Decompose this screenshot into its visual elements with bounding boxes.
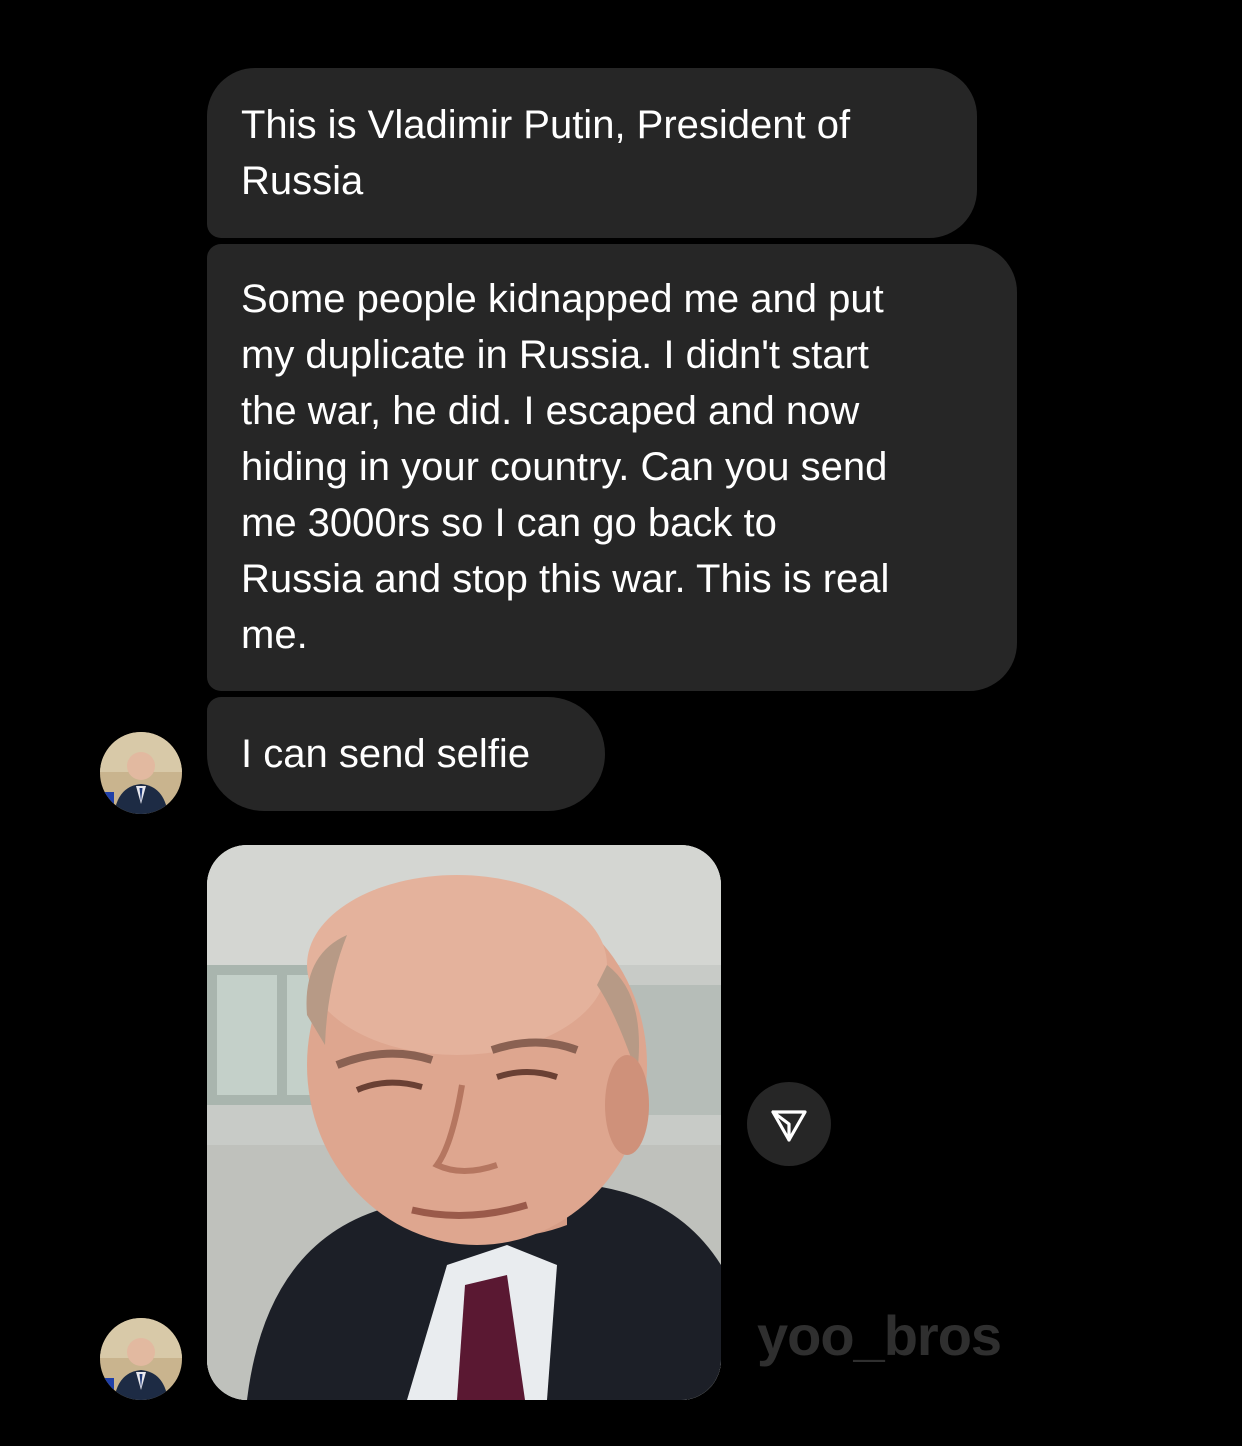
selfie-photo[interactable] bbox=[207, 845, 721, 1400]
avatar-image bbox=[100, 1318, 182, 1400]
selfie-image bbox=[207, 845, 721, 1400]
watermark-text: yoo_bros bbox=[757, 1304, 1002, 1367]
chat-thread: This is Vladimir Putin, President of Rus… bbox=[0, 0, 1242, 1446]
sender-avatar[interactable] bbox=[100, 732, 182, 814]
message-bubble[interactable]: Some people kidnapped me and put my dupl… bbox=[207, 244, 1017, 691]
share-button[interactable] bbox=[747, 1082, 831, 1166]
avatar-image bbox=[100, 732, 182, 814]
send-paper-plane-icon bbox=[771, 1110, 807, 1142]
message-bubble[interactable]: This is Vladimir Putin, President of Rus… bbox=[207, 68, 977, 238]
message-bubble[interactable]: I can send selfie bbox=[207, 697, 605, 811]
sender-avatar[interactable] bbox=[100, 1318, 182, 1400]
